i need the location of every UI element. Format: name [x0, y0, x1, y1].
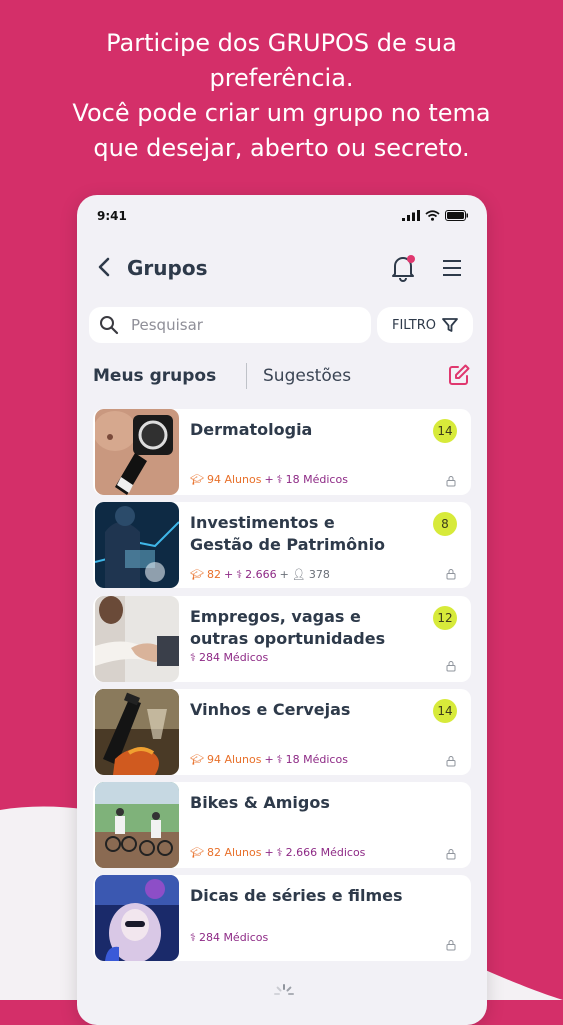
headline-line-3: Você pode criar um grupo no tema: [72, 99, 491, 127]
alunos-count: 94 Alunos: [206, 473, 262, 486]
stethoscope-icon: ⚕︎: [190, 651, 196, 664]
group-tabs: Meus grupos Sugestões: [93, 361, 471, 391]
unread-badge: 14: [433, 699, 457, 723]
group-title: Empregos, vagas e outras oportunidades: [190, 606, 430, 650]
lock-icon: [446, 756, 456, 767]
group-title: Dicas de séries e filmes: [190, 886, 403, 905]
person-icon: 👤︎: [291, 568, 306, 581]
group-members: 🎓︎ 94 Alunos + ⚕︎ 18 Médicos: [190, 473, 348, 486]
promo-headline: Participe dos GRUPOS de sua preferência.…: [0, 26, 563, 166]
status-time: 9:41: [97, 209, 127, 223]
group-members: ⚕︎ 284 Médicos: [190, 931, 268, 944]
group-title: Dermatologia: [190, 420, 313, 439]
medicos-count: 284 Médicos: [198, 931, 269, 944]
graduation-cap-icon: 🎓︎: [190, 568, 204, 581]
group-members: 🎓︎ 82 Alunos + ⚕︎ 2.666 Médicos: [190, 846, 365, 859]
group-card-dermatologia[interactable]: Dermatologia 14 🎓︎ 94 Alunos + ⚕︎ 18 Méd…: [93, 409, 471, 495]
plus-separator: +: [223, 568, 234, 581]
battery-icon: [445, 210, 468, 221]
signal-icon: [402, 210, 420, 221]
alunos-count: 94 Alunos: [206, 753, 262, 766]
group-thumbnail: [95, 409, 179, 495]
stethoscope-icon: ⚕︎: [276, 473, 283, 486]
group-card-series[interactable]: Dicas de séries e filmes ⚕︎ 284 Médicos: [93, 875, 471, 961]
medicos-count: 2.666: [245, 568, 277, 581]
stethoscope-icon: ⚕︎: [276, 846, 283, 859]
search-box: [89, 307, 371, 343]
group-members: 🎓︎ 94 Alunos + ⚕︎ 18 Médicos: [190, 753, 348, 766]
group-card-investimentos[interactable]: Investimentos e Gestão de Patrimônio 8 🎓…: [93, 502, 471, 588]
group-title-line-2: outras oportunidades: [190, 629, 386, 648]
page-title: Grupos: [127, 256, 208, 280]
filter-label: FILTRO: [392, 317, 436, 333]
group-members: 🎓︎ 82 + ⚕︎ 2.666 + 👤︎ 378: [190, 568, 330, 581]
unread-badge: 14: [433, 419, 457, 443]
tab-divider: [246, 363, 247, 389]
graduation-cap-icon: 🎓︎: [190, 753, 204, 766]
group-thumbnail: [95, 502, 179, 588]
others-count: 378: [308, 568, 330, 581]
medicos-count: 18 Médicos: [285, 753, 348, 766]
medicos-count: 18 Médicos: [285, 473, 348, 486]
group-title-line-2: Gestão de Patrimônio: [190, 535, 386, 554]
alunos-count: 82: [206, 568, 221, 581]
search-input[interactable]: [129, 315, 353, 335]
plus-separator: +: [264, 753, 274, 766]
group-card-empregos[interactable]: Empregos, vagas e outras oportunidades 1…: [93, 596, 471, 682]
alunos-count: 82 Alunos: [206, 846, 262, 859]
headline-line-1: Participe dos GRUPOS de sua: [106, 29, 457, 57]
group-thumbnail: [95, 596, 179, 682]
stethoscope-icon: ⚕︎: [276, 753, 283, 766]
wifi-icon: [425, 210, 440, 221]
plus-separator: +: [264, 473, 274, 486]
tab-sugestoes[interactable]: Sugestões: [263, 366, 351, 386]
filter-funnel-icon: [442, 318, 458, 332]
unread-badge: 8: [433, 512, 457, 536]
group-thumbnail: [95, 689, 179, 775]
lock-icon: [446, 849, 456, 860]
stethoscope-icon: ⚕︎: [236, 568, 243, 581]
lock-icon: [446, 661, 456, 672]
stethoscope-icon: ⚕︎: [190, 931, 196, 944]
lock-icon: [446, 476, 456, 487]
plus-separator: +: [264, 846, 274, 859]
nav-bar: Grupos: [77, 247, 487, 291]
group-title-line-1: Investimentos e: [190, 513, 335, 532]
group-members: ⚕︎ 284 Médicos: [190, 651, 268, 664]
group-thumbnail: [95, 782, 179, 868]
plus-separator: +: [279, 568, 289, 581]
loading-spinner-icon: [274, 984, 294, 995]
graduation-cap-icon: 🎓︎: [190, 846, 204, 859]
medicos-count: 284 Médicos: [198, 651, 269, 664]
search-icon: [100, 316, 119, 335]
graduation-cap-icon: 🎓︎: [190, 473, 204, 486]
headline-line-4: que desejar, aberto ou secreto.: [93, 134, 470, 162]
headline-line-2: preferência.: [209, 64, 354, 92]
group-title: Investimentos e Gestão de Patrimônio: [190, 512, 430, 556]
group-title-line-1: Empregos, vagas e: [190, 607, 361, 626]
lock-icon: [446, 569, 456, 580]
tab-meus-grupos[interactable]: Meus grupos: [93, 366, 216, 386]
group-thumbnail: [95, 875, 179, 961]
bell-icon[interactable]: [389, 253, 417, 283]
back-icon[interactable]: [93, 255, 117, 279]
hamburger-menu-icon[interactable]: [441, 257, 463, 279]
unread-badge: 12: [433, 606, 457, 630]
status-bar: 9:41: [97, 209, 469, 225]
filter-button[interactable]: FILTRO: [377, 307, 473, 343]
group-title: Bikes & Amigos: [190, 793, 330, 812]
phone-screen: 9:41 Grupos Pesquisar FILTRO Meus grupos…: [77, 195, 487, 1025]
medicos-count: 2.666 Médicos: [285, 846, 366, 859]
status-indicators: [402, 210, 469, 221]
edit-icon[interactable]: [447, 363, 471, 387]
group-card-vinhos[interactable]: Vinhos e Cervejas 14 🎓︎ 94 Alunos + ⚕︎ 1…: [93, 689, 471, 775]
group-title: Vinhos e Cervejas: [190, 700, 351, 719]
group-card-bikes[interactable]: Bikes & Amigos 🎓︎ 82 Alunos + ⚕︎ 2.666 M…: [93, 782, 471, 868]
lock-icon: [446, 940, 456, 951]
